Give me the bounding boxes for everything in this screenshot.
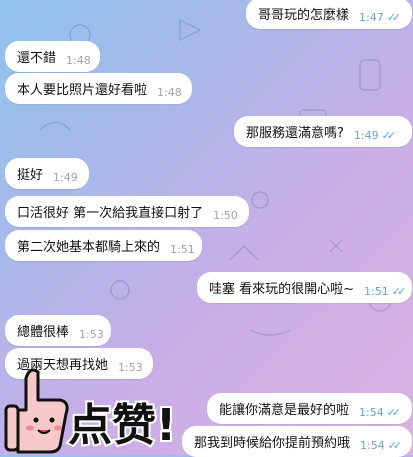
- read-checkmarks-icon: ✓✓: [387, 439, 403, 452]
- message-text: 那服務還滿意嗎?: [246, 126, 344, 141]
- message-bubble-incoming[interactable]: 總體很棒 1:53: [5, 315, 111, 346]
- message-time: 1:54: [360, 439, 385, 452]
- sticker-text: 点赞!: [68, 400, 176, 451]
- thumbs-up-icon: [4, 368, 69, 454]
- message-text: 本人要比照片還好看啦: [17, 83, 148, 98]
- message-time: 1:50: [213, 209, 238, 222]
- message-time: 1:53: [79, 328, 104, 341]
- message-time: 1:51: [364, 285, 389, 298]
- read-checkmarks-icon: ✓✓: [386, 406, 402, 419]
- message-text: 哇塞 看來玩的很開心啦~: [209, 282, 355, 297]
- message-time: 1:51: [170, 243, 195, 256]
- message-bubble-outgoing[interactable]: 那我到時候給你提前預約哦 1:54 ✓✓: [182, 426, 412, 457]
- read-checkmarks-icon: ✓✓: [381, 129, 397, 142]
- message-text: 總體很棒: [17, 325, 70, 340]
- message-text: 還不錯: [17, 51, 57, 66]
- message-time: 1:49: [353, 129, 379, 142]
- message-bubble-incoming[interactable]: 還不錯 1:48: [5, 41, 100, 72]
- message-bubble-incoming[interactable]: 挺好 1:49: [5, 158, 89, 189]
- message-text: 口活很好 第一次給我直接口射了: [17, 206, 204, 221]
- message-time: 1:49: [53, 171, 78, 184]
- message-text: 第二次她基本都騎上來的: [17, 240, 161, 255]
- message-text: 挺好: [17, 168, 44, 183]
- message-bubble-outgoing[interactable]: 哇塞 看來玩的很開心啦~ 1:51 ✓✓: [197, 272, 412, 303]
- message-bubble-incoming[interactable]: 第二次她基本都騎上來的 1:51: [5, 230, 202, 261]
- message-bubble-outgoing[interactable]: 哥哥玩的怎麼樣 1:47 ✓✓: [246, 0, 412, 29]
- message-bubble-outgoing[interactable]: 那服務還滿意嗎? 1:49 ✓✓: [234, 116, 412, 147]
- message-time: 1:54: [359, 406, 384, 419]
- message-text: 那我到時候給你提前預約哦: [194, 436, 351, 451]
- read-checkmarks-icon: ✓✓: [391, 285, 407, 298]
- message-text: 哥哥玩的怎麼樣: [258, 8, 350, 23]
- message-bubble-outgoing[interactable]: 能讓你滿意是最好的啦 1:54 ✓✓: [207, 393, 412, 424]
- thumbs-up-sticker: 点赞!: [4, 368, 178, 454]
- message-time: 1:48: [66, 54, 91, 67]
- message-time: 1:48: [157, 86, 182, 99]
- read-checkmarks-icon: ✓✓: [386, 11, 402, 24]
- message-time: 1:47: [359, 11, 384, 24]
- message-text: 能讓你滿意是最好的啦: [219, 403, 350, 418]
- message-bubble-incoming[interactable]: 口活很好 第一次給我直接口射了 1:50: [5, 196, 249, 227]
- message-bubble-incoming[interactable]: 本人要比照片還好看啦 1:48: [5, 73, 192, 104]
